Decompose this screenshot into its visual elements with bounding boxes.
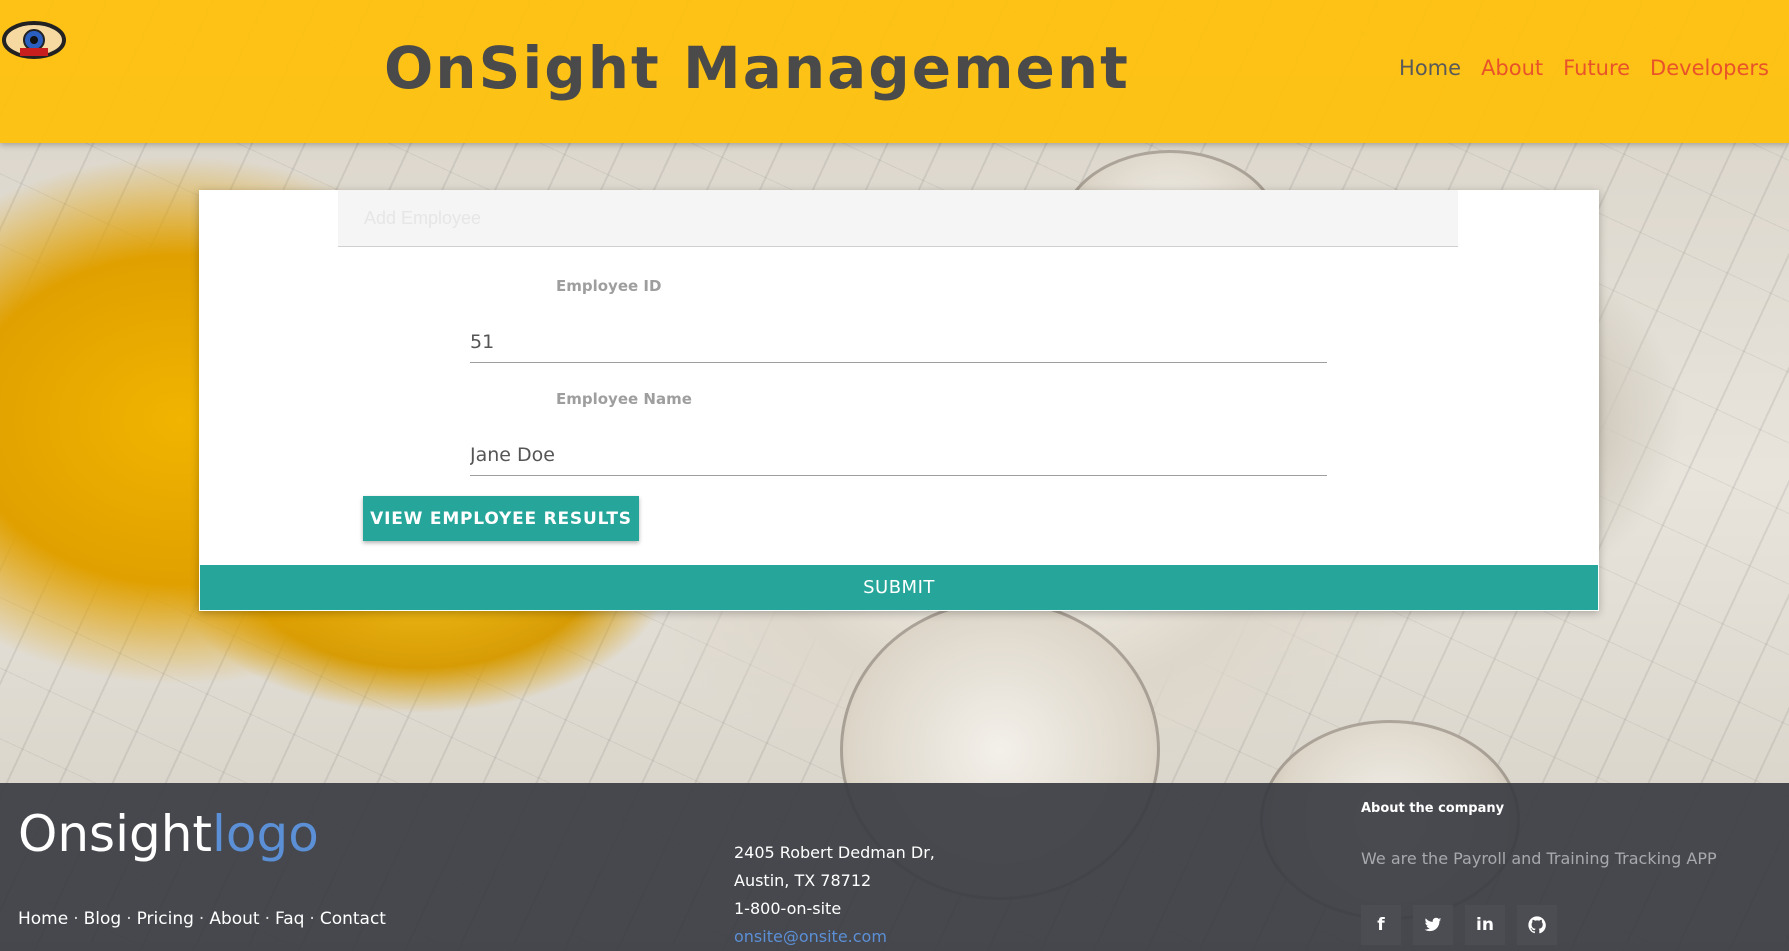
email-link[interactable]: onsite@onsite.com [734,927,887,946]
footer-logo[interactable]: Onsightlogo [18,805,319,863]
eye-logo-icon[interactable] [2,20,66,60]
address-line-1: 2405 Robert Dedman Dr, [734,843,935,862]
footer-logo-main: Onsight [18,805,213,863]
footer-link-separator: · [309,909,315,929]
site-footer: Onsightlogo Home · Blog · Pricing · About · … [0,783,1789,951]
about-company-text: We are the Payroll and Training Tracking… [1361,849,1717,868]
submit-button[interactable]: SUBMIT [200,565,1598,610]
site-title: OnSight Management [384,34,1130,102]
employee-id-input[interactable] [470,321,1327,363]
nav-about[interactable]: About [1481,56,1543,80]
phone-number: 1-800-on-site [734,899,842,918]
footer-links: Home · Blog · Pricing · About · Faq · Contact [18,909,386,929]
footer-link-separator: · [73,909,79,929]
employee-form-card: Add Employee Employee ID Employee Name V… [199,190,1599,611]
site-header: OnSight Management Home About Future Dev… [0,0,1789,143]
employee-id-label: Employee ID [556,277,662,295]
view-employee-results-button[interactable]: VIEW EMPLOYEE RESULTS [363,496,639,541]
nav-future[interactable]: Future [1563,56,1630,80]
facebook-icon[interactable]: f [1361,905,1401,945]
employee-name-input[interactable] [470,434,1327,476]
twitter-icon[interactable] [1413,905,1453,945]
footer-link-about[interactable]: About [209,909,259,929]
footer-link-pricing[interactable]: Pricing [137,909,194,929]
nav-home[interactable]: Home [1399,56,1461,80]
footer-link-contact[interactable]: Contact [320,909,386,929]
employee-name-label: Employee Name [556,390,692,408]
footer-link-separator: · [264,909,270,929]
main-nav: Home About Future Developers [1399,56,1769,80]
nav-developers[interactable]: Developers [1650,56,1769,80]
footer-logo-accent: logo [212,805,319,863]
footer-link-faq[interactable]: Faq [275,909,304,929]
add-employee-field[interactable]: Add Employee [338,190,1458,247]
github-icon[interactable] [1517,905,1557,945]
footer-link-blog[interactable]: Blog [84,909,122,929]
footer-link-home[interactable]: Home [18,909,68,929]
address-line-2: Austin, TX 78712 [734,871,872,890]
footer-link-separator: · [126,909,132,929]
linkedin-icon[interactable]: in [1465,905,1505,945]
social-links: f in [1361,905,1557,945]
footer-contact-info: 2405 Robert Dedman Dr, Austin, TX 78712 … [734,839,935,951]
footer-link-separator: · [198,909,205,929]
about-company-heading: About the company [1361,801,1505,816]
